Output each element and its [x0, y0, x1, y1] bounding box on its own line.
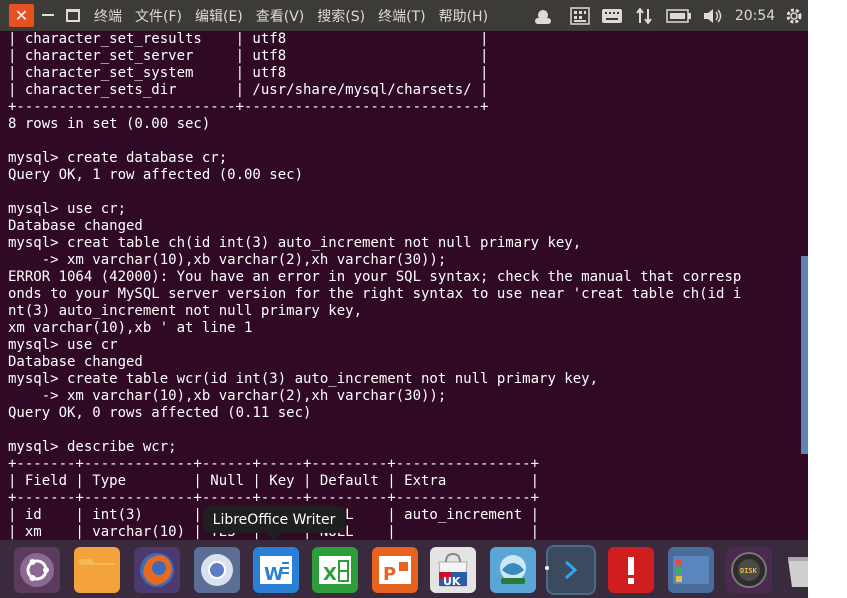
close-button[interactable]: ✕ [9, 4, 34, 27]
terminal-line: | character_set_system | utf8 | [8, 65, 489, 81]
ubuntu-dash-icon[interactable] [14, 547, 60, 593]
terminal-line: mysql> use cr [8, 337, 118, 353]
terminal-line: | character_sets_dir | /usr/share/mysql/… [8, 82, 489, 98]
network-icon[interactable] [634, 6, 654, 26]
trash-icon[interactable] [784, 547, 808, 593]
terminal-line: -> xm varchar(10),xb varchar(2),xh varch… [8, 252, 447, 268]
minimize-button[interactable] [42, 14, 54, 16]
terminal-line: ERROR 1064 (42000): You have an error in… [8, 269, 742, 285]
disk-icon[interactable]: DISK [726, 547, 772, 593]
terminal-line: | character_set_server | utf8 | [8, 48, 489, 64]
svg-text:X: X [323, 564, 337, 585]
ubuntu-software-center-icon[interactable]: UK [430, 547, 476, 593]
menu-help[interactable]: 帮助(H) [439, 6, 488, 26]
terminal-line: onds to your MySQL server version for th… [8, 286, 742, 302]
terminal-line: Database changed [8, 354, 143, 370]
terminal-text: | character_set_results | utf8 | | chara… [0, 31, 808, 540]
desktop-background [808, 0, 847, 598]
libreoffice-impress-icon[interactable]: P [372, 547, 418, 593]
menu-terminal[interactable]: 终端(T) [378, 6, 425, 26]
terminal-line: +-------+-------------+------+-----+----… [8, 490, 540, 506]
menubar: 终端 文件(F) 编辑(E) 查看(V) 搜索(S) 终端(T) 帮助(H) [94, 0, 488, 31]
menu-search[interactable]: 搜索(S) [317, 6, 365, 26]
terminal-line: mysql> use cr; [8, 201, 127, 217]
running-indicator [545, 566, 549, 570]
launcher-tooltip: LibreOffice Writer [203, 506, 345, 540]
terminal-line: Query OK, 0 rows affected (0.11 sec) [8, 405, 312, 421]
keyboard-icon[interactable] [602, 6, 622, 26]
weather-icon[interactable] [532, 6, 554, 26]
svg-text:UK: UK [443, 575, 461, 588]
battery-icon[interactable] [666, 6, 692, 26]
keyboard-layout-icon[interactable] [570, 6, 590, 26]
menu-edit[interactable]: 编辑(E) [195, 6, 243, 26]
terminal-line: | character_set_results | utf8 | [8, 31, 489, 47]
software-updater-alert-icon[interactable] [608, 547, 654, 593]
network-share-icon[interactable] [490, 547, 536, 593]
terminal-line: | Field | Type | Null | Key | Default | … [8, 473, 540, 489]
top-panel: ✕ 终端 文件(F) 编辑(E) 查看(V) 搜索(S) 终端(T) 帮助(H) [0, 0, 808, 31]
volume-icon[interactable] [702, 6, 724, 26]
terminal-line: mysql> creat table ch(id int(3) auto_inc… [8, 235, 582, 251]
firefox-icon[interactable] [134, 547, 180, 593]
scrollbar[interactable] [801, 256, 808, 454]
terminal-output[interactable]: | character_set_results | utf8 | | chara… [0, 31, 808, 540]
tooltip-arrow [267, 533, 281, 540]
workspace-switcher-icon[interactable] [668, 547, 714, 593]
libreoffice-writer-icon[interactable]: W [253, 547, 299, 593]
svg-text:W: W [264, 564, 284, 585]
svg-text:DISK: DISK [740, 567, 758, 575]
gear-icon[interactable] [784, 6, 804, 26]
terminal-line: xm varchar(10),xb ' at line 1 [8, 320, 253, 336]
terminal-line: +--------------------------+------------… [8, 99, 489, 115]
maximize-button[interactable] [66, 9, 80, 22]
terminal-line: nt(3) auto_increment not null primary ke… [8, 303, 363, 319]
tooltip-label: LibreOffice Writer [212, 511, 336, 528]
terminal-line: mysql> describe wcr; [8, 439, 177, 455]
terminal-line: +-------+-------------+------+-----+----… [8, 456, 540, 472]
terminal-line: Query OK, 1 row affected (0.00 sec) [8, 167, 304, 183]
menu-view[interactable]: 查看(V) [256, 6, 305, 26]
launcher-dock: W X P UK DISK [0, 540, 808, 598]
libreoffice-calc-icon[interactable]: X [312, 547, 358, 593]
terminal-line: mysql> create database cr; [8, 150, 228, 166]
clock[interactable]: 20:54 [735, 6, 775, 26]
files-folder-icon[interactable] [74, 547, 120, 593]
menu-terminal-title: 终端 [94, 8, 122, 25]
chromium-icon[interactable] [194, 547, 240, 593]
terminal-line: mysql> create table wcr(id int(3) auto_i… [8, 371, 599, 387]
terminal-icon[interactable] [546, 545, 596, 595]
terminal-line: 8 rows in set (0.00 sec) [8, 116, 211, 132]
terminal-line: Database changed [8, 218, 143, 234]
terminal-line: -> xm varchar(10),xb varchar(2),xh varch… [8, 388, 447, 404]
menu-file[interactable]: 文件(F) [135, 6, 182, 26]
svg-text:P: P [383, 564, 396, 585]
